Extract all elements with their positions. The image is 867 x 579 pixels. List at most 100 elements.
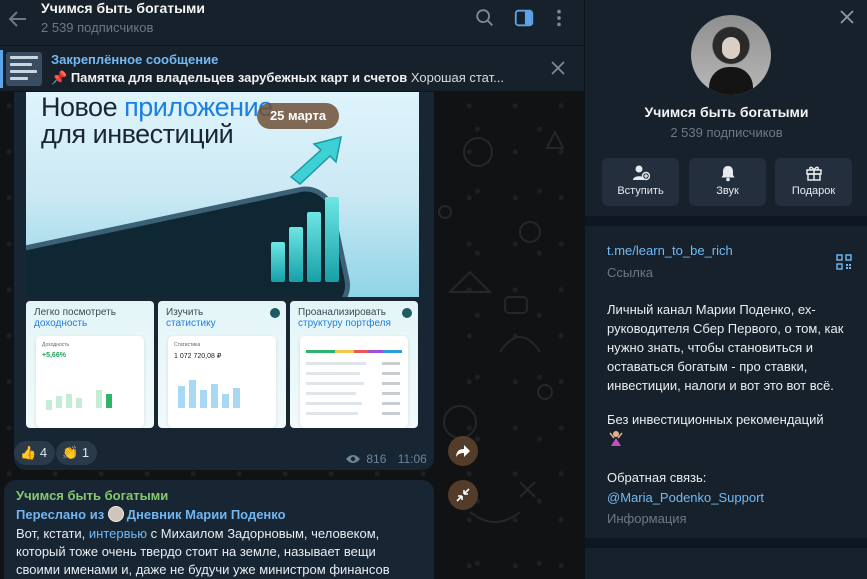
message-bubble-forwarded[interactable]: Учимся быть богатыми Переслано из Дневни… bbox=[4, 480, 434, 579]
close-pinned-icon[interactable] bbox=[550, 60, 566, 76]
portfolio-bar bbox=[306, 350, 402, 353]
card-title-line2: статистику bbox=[166, 318, 216, 329]
sound-button[interactable]: Звук bbox=[689, 158, 766, 206]
card-badge-icon bbox=[402, 308, 412, 318]
card-title: Изучить статистику bbox=[166, 307, 216, 329]
text-line: своими именами и, даже не будучи уже мин… bbox=[16, 562, 390, 577]
add-user-icon bbox=[632, 165, 650, 181]
channel-avatar[interactable] bbox=[691, 15, 771, 95]
views-count: 816 bbox=[366, 452, 387, 466]
message-text: Вот, кстати, интервью с Михаилом Задорно… bbox=[16, 525, 426, 579]
forward-source-name[interactable]: Дневник Марии Поденко bbox=[127, 507, 286, 522]
hero-title-line2: для инвестиций bbox=[41, 119, 234, 149]
bar-sculpture bbox=[271, 182, 361, 282]
sidebar-toggle-icon[interactable] bbox=[513, 7, 535, 29]
reaction-count: 4 bbox=[39, 445, 48, 460]
stats-mini-chart bbox=[178, 380, 240, 408]
pinned-title: Памятка для владельцев зарубежных карт и… bbox=[70, 70, 408, 85]
gift-button[interactable]: Подарок bbox=[775, 158, 852, 206]
reaction-count: 1 bbox=[81, 445, 90, 460]
post-image[interactable]: Новое приложение для инвестиций 25 марта bbox=[26, 92, 419, 428]
close-icon[interactable] bbox=[839, 9, 855, 25]
card-screen: Статистика 1 072 720,08 ₽ bbox=[168, 336, 276, 428]
date-badge: 25 марта bbox=[257, 103, 339, 129]
card-title-line1: Изучить bbox=[166, 307, 204, 318]
share-arrow-icon bbox=[456, 445, 470, 457]
hero-title-highlight: приложение bbox=[124, 92, 273, 122]
forwarded-prefix: Переслано из bbox=[16, 507, 105, 522]
join-label: Вступить bbox=[617, 185, 664, 197]
feedback-info-label: Информация bbox=[607, 511, 687, 526]
bell-icon bbox=[721, 166, 734, 182]
reaction-thumbs-up[interactable]: 👍 4 bbox=[14, 441, 56, 465]
pin-emoji: 📌 bbox=[51, 70, 68, 85]
chat-area: Учимся быть богатыми 2 539 подписчиков З… bbox=[0, 0, 584, 579]
subscriber-count: 2 539 подписчиков bbox=[41, 20, 154, 35]
channel-link[interactable]: t.me/learn_to_be_rich bbox=[607, 243, 733, 258]
collapse-button[interactable] bbox=[448, 480, 478, 510]
forwarded-from[interactable]: Переслано из Дневник Марии Поденко bbox=[16, 506, 286, 522]
search-icon[interactable] bbox=[474, 7, 496, 29]
returns-mini-chart bbox=[46, 390, 112, 410]
feedback-link[interactable]: @Maria_Podenko_Support bbox=[607, 490, 764, 505]
interview-link[interactable]: интервью bbox=[89, 526, 147, 541]
message-author[interactable]: Учимся быть богатыми bbox=[16, 488, 168, 503]
join-button[interactable]: Вступить bbox=[602, 158, 679, 206]
section-divider bbox=[585, 538, 867, 548]
sound-label: Звук bbox=[716, 185, 739, 197]
chat-header: Учимся быть богатыми 2 539 подписчиков bbox=[0, 0, 584, 46]
pinned-indicator bbox=[0, 50, 3, 88]
info-channel-name: Учимся быть богатыми bbox=[644, 104, 809, 120]
card-screen bbox=[300, 336, 408, 428]
pinned-preview: Хорошая стат... bbox=[407, 70, 504, 85]
avatar-body bbox=[709, 67, 753, 95]
avatar-face bbox=[722, 37, 740, 59]
pinned-thumbnail bbox=[6, 52, 42, 86]
card-badge-icon bbox=[270, 308, 280, 318]
portfolio-list bbox=[306, 362, 400, 415]
gift-label: Подарок bbox=[791, 185, 836, 197]
card-title-line1: Проанализировать bbox=[298, 307, 387, 318]
feedback-label: Обратная связь: bbox=[607, 470, 707, 485]
reaction-clap[interactable]: 👏 1 bbox=[56, 441, 98, 465]
text-line: который тоже очень твердо стоит на земле… bbox=[16, 544, 376, 559]
forward-source-avatar bbox=[107, 506, 124, 522]
channel-link-label: Ссылка bbox=[607, 265, 654, 280]
info-subscriber-count: 2 539 подписчиков bbox=[670, 125, 783, 140]
section-divider bbox=[585, 216, 867, 226]
card-title-line1: Легко посмотреть bbox=[34, 307, 116, 318]
card-title-line2: доходность bbox=[34, 318, 88, 329]
message-bubble[interactable]: Новое приложение для инвестиций 25 марта bbox=[14, 92, 434, 470]
collapse-arrows-icon bbox=[456, 488, 470, 502]
pinned-message-bar[interactable]: Закреплённое сообщение 📌 Памятка для вла… bbox=[0, 46, 584, 92]
hero-title-part: Новое bbox=[41, 92, 125, 122]
card-title: Легко посмотреть доходность bbox=[34, 307, 116, 329]
pinned-text: 📌 Памятка для владельцев зарубежных карт… bbox=[51, 70, 521, 86]
returns-value: +5,66% bbox=[42, 352, 66, 359]
message-meta: 816 11:06 bbox=[345, 452, 427, 466]
channel-description: Личный канал Марии Поденко, ех-руководит… bbox=[607, 302, 844, 393]
more-options-icon[interactable] bbox=[548, 7, 570, 29]
card-title-line2: структуру портфеля bbox=[298, 318, 391, 329]
card-screen: Доходность +5,66% bbox=[36, 336, 144, 428]
hero-banner: Новое приложение для инвестиций 25 марта bbox=[26, 92, 419, 297]
card-title: Проанализировать структуру портфеля bbox=[298, 307, 391, 329]
channel-title[interactable]: Учимся быть богатыми bbox=[41, 0, 205, 16]
pinned-label: Закреплённое сообщение bbox=[51, 52, 219, 67]
gift-icon bbox=[805, 166, 822, 181]
qr-code-icon[interactable] bbox=[836, 254, 852, 270]
back-arrow-icon[interactable] bbox=[6, 7, 30, 31]
feature-card-returns: Легко посмотреть доходность Доходность +… bbox=[26, 301, 154, 428]
feature-card-portfolio: Проанализировать структуру портфеля bbox=[290, 301, 418, 428]
reaction-emoji: 👏 bbox=[62, 445, 79, 460]
no-advice-note: Без инвестиционных рекомендаций bbox=[607, 412, 824, 427]
views-icon bbox=[346, 455, 360, 463]
message-time: 11:06 bbox=[397, 452, 427, 466]
dancing-woman-emoji-icon bbox=[609, 431, 623, 446]
text-segment: Вот, кстати, bbox=[16, 526, 89, 541]
hero-title: Новое приложение для инвестиций bbox=[41, 94, 273, 148]
share-button[interactable] bbox=[448, 436, 478, 466]
stats-value: 1 072 720,08 ₽ bbox=[174, 353, 222, 360]
growth-arrow-icon bbox=[289, 135, 342, 185]
channel-info-panel: Учимся быть богатыми 2 539 подписчиков В… bbox=[584, 0, 867, 579]
